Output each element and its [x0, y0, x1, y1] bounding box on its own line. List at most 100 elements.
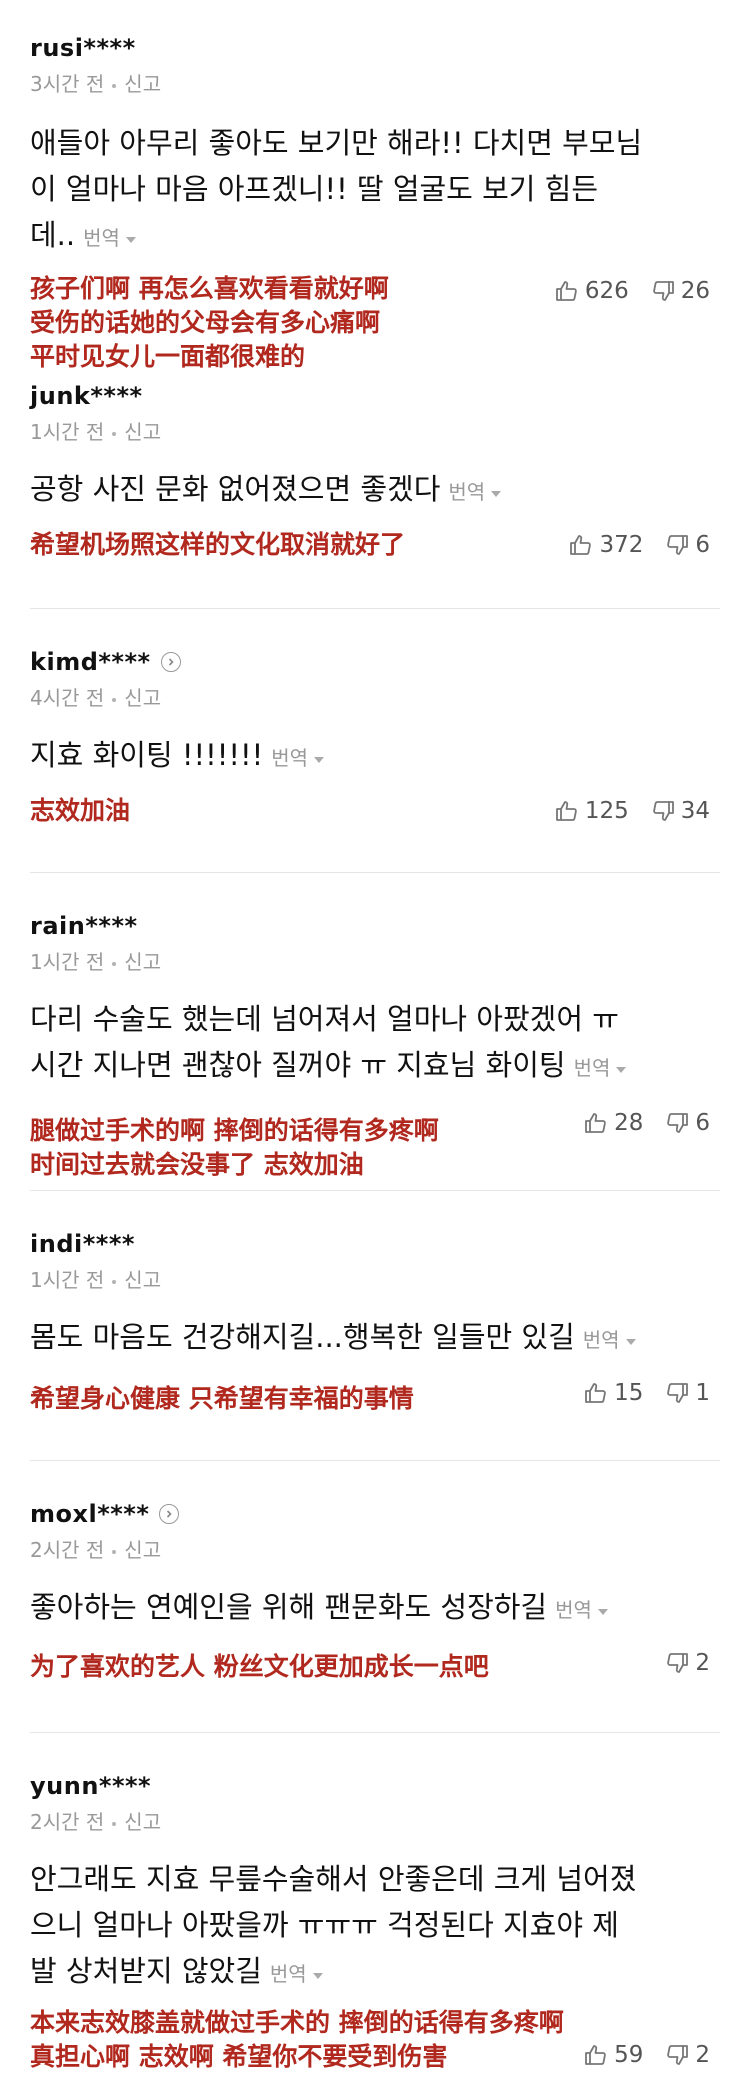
dislike-count: 2	[695, 1650, 710, 1676]
comment-username[interactable]: yunn****	[30, 1772, 151, 1800]
translate-button[interactable]: 번역	[574, 1056, 627, 1080]
comment-username[interactable]: indi****	[30, 1230, 135, 1258]
caption-line: 孩子们啊 再怎么喜欢看看就好啊	[30, 274, 389, 303]
chinese-translation-caption: 志效加油	[30, 794, 130, 828]
comment-text-line: 시간 지나면 괜찮아 질꺼야 ㅠ 지효님 화이팅	[30, 1048, 566, 1082]
thumb-up-icon	[570, 535, 592, 555]
comment-divider	[30, 1460, 720, 1461]
separator-dot	[112, 83, 117, 88]
comment-text: 다리 수술도 했는데 넘어져서 얼마나 아팠겠어 ㅠ 시간 지나면 괜찮아 질꺼…	[30, 996, 720, 1091]
dislike-button[interactable]: 26	[651, 278, 710, 304]
comment-username[interactable]: junk****	[30, 382, 143, 410]
dislike-button[interactable]: 6	[665, 532, 710, 558]
vote-bar: 59 2	[584, 1650, 710, 1676]
comment-time: 1시간 전	[30, 420, 105, 444]
thumb-down-icon	[652, 801, 674, 821]
dislike-button[interactable]: 6	[665, 1110, 710, 1136]
comment-divider	[30, 872, 720, 873]
thumb-up-icon	[584, 1651, 608, 1675]
caption-line: 平时见女儿一面都很难的	[30, 342, 306, 371]
caret-down-icon	[597, 1608, 608, 1615]
comment-username[interactable]: moxl****	[30, 1500, 180, 1528]
profile-link-button[interactable]	[160, 652, 181, 672]
caret-down-icon	[491, 490, 502, 497]
thumb-down-icon	[667, 535, 689, 555]
like-button[interactable]: 372	[569, 532, 643, 558]
comment-text: 좋아하는 연예인을 위해 팬문화도 성장하길 번역	[30, 1584, 720, 1633]
dislike-button[interactable]: 2	[665, 1650, 710, 1676]
report-link[interactable]: 신고	[124, 950, 161, 974]
comment-text-line: 발 상처받지 않았길	[30, 1954, 262, 1988]
vote-bar: 15 1	[584, 1380, 710, 1406]
chevron-right-icon	[167, 1510, 173, 1518]
dislike-button[interactable]: 2	[665, 2042, 710, 2068]
vote-bar: 28 6	[584, 1110, 710, 1136]
translate-button[interactable]: 번역	[271, 746, 325, 770]
like-button[interactable]: 28	[584, 1110, 643, 1136]
separator-dot	[112, 1821, 117, 1826]
chevron-right-icon	[168, 658, 174, 666]
chinese-translation-caption: 孩子们啊 再怎么喜欢看看就好啊 受伤的话她的父母会有多心痛啊 平时见女儿一面都很…	[30, 272, 389, 374]
comment-meta: 1시간 전 신고	[30, 946, 161, 975]
comment-text: 지효 화이팅 !!!!!!! 번역	[30, 732, 720, 781]
vote-bar: 125 34	[555, 798, 710, 824]
dislike-button[interactable]: 1	[665, 1380, 710, 1406]
report-link[interactable]: 신고	[124, 1538, 161, 1562]
separator-dot	[112, 1279, 117, 1284]
like-count: 28	[614, 1110, 644, 1136]
thumb-down-icon	[667, 1113, 689, 1133]
comment-text: 안그래도 지효 무릎수술해서 안좋은데 크게 넘어졌 으니 얼마나 아팠을까 ㅠ…	[30, 1856, 720, 1997]
like-button[interactable]: 125	[555, 798, 629, 824]
separator-dot	[112, 961, 117, 966]
report-link[interactable]: 신고	[124, 686, 161, 710]
chinese-translation-caption: 本来志效膝盖就做过手术的 摔倒的话得有多疼啊 真担心啊 志效啊 希望你不要受到伤…	[30, 2006, 564, 2074]
like-count: 372	[599, 532, 644, 558]
comment-divider	[30, 608, 720, 609]
dislike-count: 26	[680, 278, 710, 304]
report-link[interactable]: 신고	[124, 1268, 161, 1292]
report-link[interactable]: 신고	[124, 72, 161, 96]
profile-link-button[interactable]	[159, 1504, 180, 1524]
report-link[interactable]: 신고	[124, 420, 161, 444]
caption-line: 希望身心健康 只希望有幸福的事情	[30, 1384, 414, 1413]
comment-text-line: 지효 화이팅 !!!!!!!	[30, 738, 264, 772]
comment-time: 1시간 전	[30, 950, 105, 974]
translate-button[interactable]: 번역	[448, 480, 502, 504]
like-button[interactable]: 15	[584, 1380, 643, 1406]
comment-text-line: 으니 얼마나 아팠을까 ㅠㅠㅠ 걱정된다 지효야 제	[30, 1908, 619, 1942]
translate-button[interactable]: 번역	[83, 226, 136, 250]
dislike-button[interactable]: 34	[651, 798, 710, 824]
comment-time: 4시간 전	[30, 686, 105, 710]
comment-time: 2시간 전	[30, 1810, 105, 1834]
comment-text: 공항 사진 문화 없어졌으면 좋겠다 번역	[30, 466, 720, 515]
translate-button[interactable]: 번역	[583, 1328, 636, 1352]
vote-bar: 626 26	[555, 278, 710, 304]
like-button[interactable]: 59	[584, 2042, 643, 2068]
separator-dot	[112, 431, 117, 436]
separator-dot	[112, 1549, 117, 1554]
like-count: 15	[614, 1380, 644, 1406]
translate-button[interactable]: 번역	[555, 1598, 608, 1622]
comment-meta: 1시간 전 신고	[30, 416, 161, 445]
comment-time: 2시간 전	[30, 1538, 105, 1562]
comment-meta: 2시간 전 신고	[30, 1534, 161, 1563]
caret-down-icon	[125, 236, 136, 243]
thumb-up-icon	[555, 801, 577, 821]
like-button[interactable]: 626	[555, 278, 629, 304]
translate-button[interactable]: 번역	[270, 1962, 323, 1986]
separator-dot	[112, 697, 117, 702]
thumb-down-icon	[667, 1653, 689, 1673]
caption-line: 受伤的话她的父母会有多心痛啊	[30, 308, 381, 337]
chinese-translation-caption: 腿做过手术的啊 摔倒的话得有多疼啊 时间过去就会没事了 志效加油	[30, 1114, 439, 1182]
comment-username[interactable]: rusi****	[30, 34, 136, 62]
comment-text-line: 좋아하는 연예인을 위해 팬문화도 성장하길	[30, 1590, 548, 1624]
report-link[interactable]: 신고	[124, 1810, 161, 1834]
thumb-up-icon	[555, 281, 577, 301]
comment-username[interactable]: kimd****	[30, 648, 181, 676]
comment-username[interactable]: rain****	[30, 912, 138, 940]
thumb-up-icon	[585, 2045, 606, 2065]
chinese-translation-caption: 希望机场照这样的文化取消就好了	[30, 528, 405, 562]
caret-down-icon	[616, 1066, 627, 1073]
thumb-down-icon	[667, 1383, 689, 1403]
caret-down-icon	[625, 1338, 636, 1345]
